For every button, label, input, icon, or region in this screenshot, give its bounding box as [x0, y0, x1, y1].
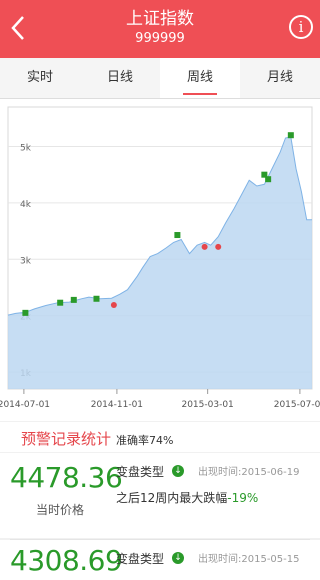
info-icon[interactable]: i: [289, 15, 313, 39]
record-time: 出现时间:2015-06-19: [198, 467, 300, 478]
x-tick-label: 2015-07-01: [274, 400, 320, 410]
buy-marker: [287, 132, 294, 139]
y-tick-label: 3k: [20, 256, 32, 266]
chart-panel: 1k2k3k4k5k2014-07-012014-11-012015-03-01…: [0, 99, 320, 421]
tab-realtime[interactable]: 实时: [0, 58, 80, 98]
accuracy-text: 准确率74%: [116, 434, 174, 447]
index-chart: 1k2k3k4k5k2014-07-012014-11-012015-03-01…: [0, 106, 320, 410]
record-desc: 之后12周内最大跌幅-19%: [116, 489, 258, 506]
alert-stats-title: 预警记录统计: [21, 430, 112, 448]
sell-marker: [201, 243, 208, 250]
buy-marker: [22, 309, 29, 316]
buy-marker: [70, 296, 77, 303]
y-tick-label: 4k: [20, 200, 32, 210]
page-title: 上证指数: [126, 9, 194, 29]
down-arrow-icon: ↓: [172, 552, 184, 564]
tab-weekly[interactable]: 周线: [160, 58, 240, 98]
x-tick-label: 2014-07-01: [0, 400, 50, 410]
record-drop-pct: -19%: [227, 491, 259, 505]
buy-marker: [57, 299, 64, 306]
x-tick-label: 2014-11-01: [91, 400, 143, 410]
record-type-label: 变盘类型: [116, 552, 165, 566]
header: 上证指数 999999 i: [0, 0, 320, 58]
y-tick-label: 5k: [20, 143, 32, 153]
tab-monthly[interactable]: 月线: [240, 58, 320, 98]
period-tabs: 实时 日线 周线 月线: [0, 58, 320, 99]
record-price: 4308.69: [10, 544, 123, 577]
tab-daily[interactable]: 日线: [80, 58, 160, 98]
stock-code: 999999: [135, 31, 185, 46]
buy-marker: [174, 232, 181, 239]
record-type-label: 变盘类型: [116, 465, 165, 479]
alert-record[interactable]: 4478.36 当时价格 变盘类型 ↓ 出现时间:2015-06-19 之后12…: [0, 453, 320, 538]
down-arrow-icon: ↓: [172, 465, 184, 477]
record-time: 出现时间:2015-05-15: [198, 554, 300, 565]
sell-marker: [110, 301, 117, 308]
record-price-label: 当时价格: [36, 503, 85, 517]
record-desc-text: 之后12周内最大跌幅: [116, 491, 228, 505]
record-price: 4478.36: [10, 461, 123, 494]
alert-stats-header: 预警记录统计 准确率74%: [0, 422, 320, 452]
x-tick-label: 2015-03-01: [181, 400, 233, 410]
buy-marker: [93, 295, 100, 302]
buy-marker: [265, 176, 272, 183]
sell-marker: [215, 243, 222, 250]
alert-record[interactable]: 4308.69 变盘类型 ↓ 出现时间:2015-05-15: [0, 540, 320, 580]
